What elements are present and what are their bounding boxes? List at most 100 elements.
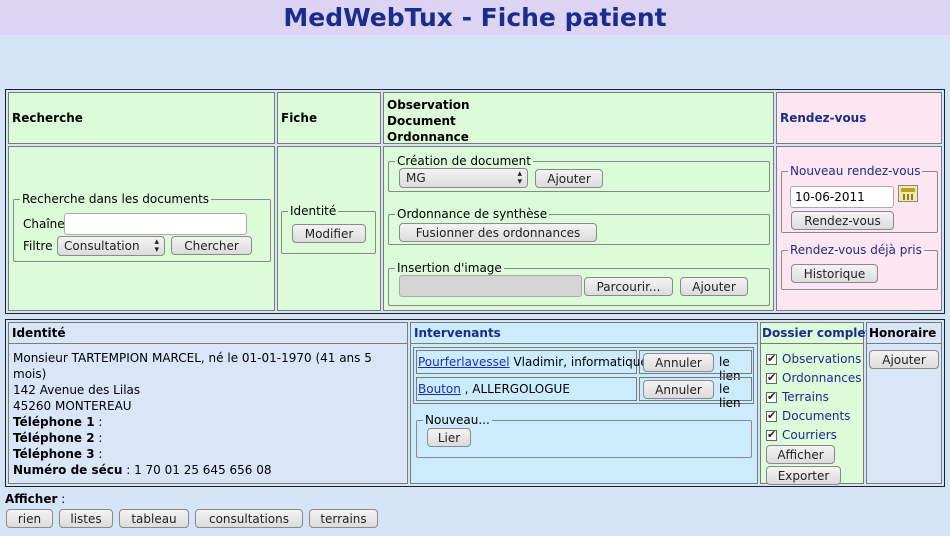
afficher-footer-label: Afficher : xyxy=(5,492,65,506)
intervenant-2-link[interactable]: Bouton xyxy=(418,382,461,396)
annuler-button-1[interactable]: Annuler xyxy=(643,353,714,372)
honoraire-cell: Honoraire Ajouter xyxy=(866,322,942,484)
tel3-row: Téléphone 3 : xyxy=(13,446,407,462)
consultations-button[interactable]: consultations xyxy=(195,509,303,528)
terrains-button[interactable]: terrains xyxy=(309,509,378,528)
synthese-legend: Ordonnance de synthèse xyxy=(397,207,548,221)
tel1-value: : xyxy=(94,415,103,429)
identite-header-label: Identité xyxy=(12,326,66,340)
courriers-label: Courriers xyxy=(782,428,837,442)
checkbox-icon xyxy=(766,371,777,384)
file-path-input[interactable] xyxy=(399,275,582,297)
image-ajouter-button[interactable]: Ajouter xyxy=(680,277,748,296)
ordonnances-checkbox[interactable]: Ordonnances xyxy=(766,371,862,385)
honoraire-ajouter-button[interactable]: Ajouter xyxy=(869,350,939,369)
header-ordonnance: Ordonnance xyxy=(387,130,469,144)
filtre-select[interactable]: Consultation ▴ ▾ xyxy=(57,236,165,256)
rendez-vous-button[interactable]: Rendez-vous xyxy=(791,211,894,230)
tel2-label: Téléphone 2 xyxy=(13,431,95,445)
intervenant-row-1: Pourferlavessel Vladimir, informatique xyxy=(416,350,648,374)
observations-checkbox[interactable]: Observations xyxy=(766,352,861,366)
intervenant-1-text: Pourferlavessel Vladimir, informatique xyxy=(418,355,648,369)
intervenants-header-label: Intervenants xyxy=(414,326,501,340)
secu-label: Numéro de sécu xyxy=(13,463,123,477)
creation-select[interactable]: MG ▴ ▾ xyxy=(399,168,528,188)
patient-address: 142 Avenue des Lilas xyxy=(13,383,141,397)
identite-details: Monsieur TARTEMPION MARCEL, né le 01-01-… xyxy=(13,350,407,478)
recherche-header: Recherche xyxy=(8,92,275,144)
intervenant-2-text: Bouton , ALLERGOLOGUE xyxy=(418,382,570,396)
ordonnances-label: Ordonnances xyxy=(782,371,862,385)
nouveau-intervenant-legend: Nouveau... xyxy=(425,413,490,427)
terrains-checkbox[interactable]: Terrains xyxy=(766,390,829,404)
chaine-input[interactable] xyxy=(64,213,247,235)
header-document: Document xyxy=(387,114,456,128)
secu-row: Numéro de sécu : 1 70 01 25 645 656 08 xyxy=(13,462,407,478)
image-legend: Insertion d'image xyxy=(397,261,502,275)
creation-select-value: MG xyxy=(406,171,426,185)
honoraire-header: Honoraire xyxy=(866,322,942,344)
documents-checkbox[interactable]: Documents xyxy=(766,409,850,423)
date-input[interactable]: 10-06-2011 xyxy=(790,186,894,208)
select-arrows-icon: ▴ ▾ xyxy=(517,169,522,187)
fiche-header: Fiche xyxy=(277,92,381,144)
filtre-value: Consultation xyxy=(64,239,140,253)
intervenants-header: Intervenants xyxy=(410,322,758,344)
chaine-label: Chaîne xyxy=(23,217,65,231)
exporter-button[interactable]: Exporter xyxy=(766,466,841,485)
tel2-value: : xyxy=(94,431,103,445)
patient-name: Monsieur TARTEMPION MARCEL, né le 01-01-… xyxy=(13,351,372,381)
annuler-button-2[interactable]: Annuler xyxy=(643,380,714,399)
parcourir-button[interactable]: Parcourir... xyxy=(584,277,673,296)
dossier-header: Dossier complet xyxy=(760,322,871,344)
secu-value: : 1 70 01 25 645 656 08 xyxy=(122,463,272,477)
historique-button[interactable]: Historique xyxy=(791,264,878,283)
top-panel: Recherche Fiche Observation Document Ord… xyxy=(5,89,945,314)
listes-button[interactable]: listes xyxy=(59,509,113,528)
creation-legend: Création de document xyxy=(397,154,531,168)
dossier-header-label: Dossier complet xyxy=(762,326,872,340)
dossier-cell: Dossier complet Observations Ordonnances… xyxy=(760,322,871,485)
le-lien-2: le lien xyxy=(719,382,741,410)
terrains-label: Terrains xyxy=(782,390,829,404)
identite-header: Identité xyxy=(8,322,408,344)
rdv-cell: Nouveau rendez-vous 10-06-2011 Rendez-vo… xyxy=(776,146,942,311)
rdv-pris-legend: Rendez-vous déjà pris xyxy=(790,243,922,257)
recherche-header-label: Recherche xyxy=(12,111,83,125)
afficher-label: Afficher xyxy=(5,492,58,506)
recherche-cell: Recherche dans les documents Chaîne Filt… xyxy=(8,146,275,311)
intervenants-cell: Intervenants Pourferlavessel Vladimir, i… xyxy=(410,322,758,484)
fusionner-button[interactable]: Fusionner des ordonnances xyxy=(399,223,597,242)
fiche-cell: Identité Modifier xyxy=(277,146,381,311)
courriers-checkbox[interactable]: Courriers xyxy=(766,428,837,442)
observations-label: Observations xyxy=(782,352,862,366)
afficher-dossier-button[interactable]: Afficher xyxy=(766,445,835,464)
tel2-row: Téléphone 2 : xyxy=(13,430,407,446)
lier-button[interactable]: Lier xyxy=(427,428,471,447)
tel1-row: Téléphone 1 : xyxy=(13,414,407,430)
intervenants-table: Pourferlavessel Vladimir, informatique A… xyxy=(413,347,754,410)
tableau-button[interactable]: tableau xyxy=(119,509,189,528)
rien-button[interactable]: rien xyxy=(6,509,53,528)
modifier-button[interactable]: Modifier xyxy=(292,224,366,243)
intervenant-1-link[interactable]: Pourferlavessel xyxy=(418,355,510,369)
documents-label: Documents xyxy=(782,409,851,423)
header-observation: Observation xyxy=(387,98,470,112)
checkbox-icon xyxy=(766,390,777,403)
honoraire-header-label: Honoraire xyxy=(869,326,937,340)
intervenant-2-detail: , ALLERGOLOGUE xyxy=(460,382,570,396)
afficher-suffix: : xyxy=(57,492,66,506)
intervenant-row-2: Bouton , ALLERGOLOGUE xyxy=(416,377,637,401)
patient-city: 45260 MONTEREAU xyxy=(13,399,132,413)
documents-cell: Création de document MG ▴ ▾ Ajouter Ordon… xyxy=(383,146,774,311)
creation-ajouter-button[interactable]: Ajouter xyxy=(535,169,603,188)
fiche-header-label: Fiche xyxy=(281,111,318,125)
calendar-icon[interactable] xyxy=(898,185,918,202)
identite-cell: Identité Monsieur TARTEMPION MARCEL, né … xyxy=(8,322,408,484)
nouveau-rdv-legend: Nouveau rendez-vous xyxy=(790,164,921,178)
title-bar: MedWebTux - Fiche patient xyxy=(0,0,950,35)
chercher-button[interactable]: Chercher xyxy=(171,236,252,255)
bottom-panel: Identité Monsieur TARTEMPION MARCEL, né … xyxy=(5,319,945,487)
page-title: MedWebTux - Fiche patient xyxy=(283,3,667,32)
rdv-header: Rendez-vous xyxy=(776,92,942,144)
